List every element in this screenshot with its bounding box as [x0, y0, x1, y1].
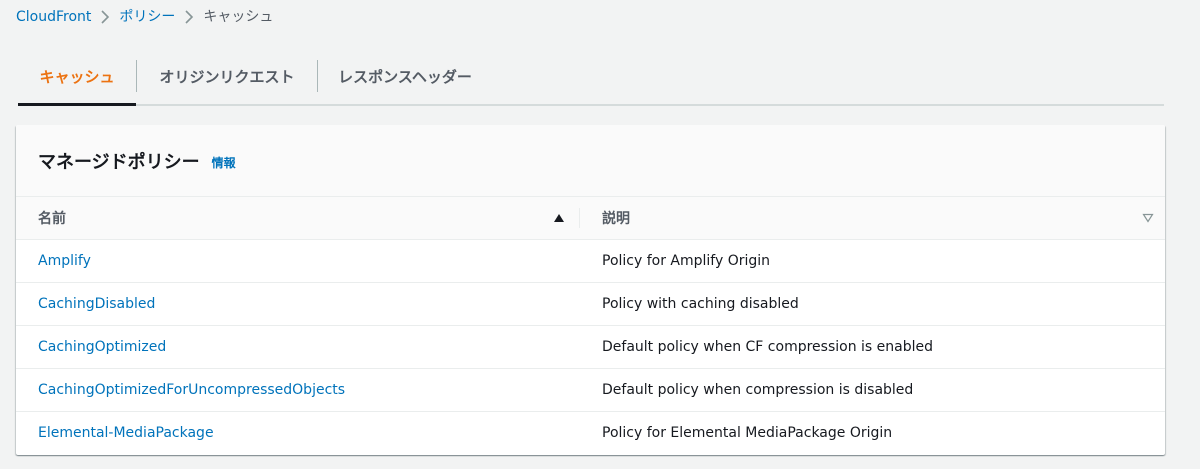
breadcrumb-cloudfront[interactable]: CloudFront — [16, 7, 91, 27]
tab-origin-request[interactable]: オリジンリクエスト — [137, 48, 317, 104]
chevron-right-icon — [100, 7, 110, 27]
table-row: Elemental-MediaPackage Policy for Elemen… — [16, 412, 1165, 455]
managed-policies-container: マネージドポリシー 情報 名前 説明 Amplify Policy for Am… — [16, 125, 1165, 455]
table-row: CachingOptimized Default policy when CF … — [16, 325, 1165, 369]
policy-link-caching-optimized[interactable]: CachingOptimized — [38, 339, 166, 355]
breadcrumb: CloudFront ポリシー キャッシュ — [16, 7, 273, 27]
chevron-right-icon — [184, 7, 194, 27]
column-header-description[interactable]: 説明 — [580, 197, 1165, 240]
policies-table: 名前 説明 Amplify Policy for Amplify Origin … — [16, 197, 1165, 455]
policy-description: Policy for Amplify Origin — [580, 239, 1165, 283]
breadcrumb-current-cache: キャッシュ — [203, 9, 274, 25]
policy-name-cell: Elemental-MediaPackage — [16, 412, 580, 455]
column-header-name-label: 名前 — [38, 211, 66, 227]
policy-name-cell: Amplify — [16, 239, 580, 283]
tab-response-headers[interactable]: レスポンスヘッダー — [318, 48, 492, 104]
policy-description: Policy for Elemental MediaPackage Origin — [602, 425, 893, 442]
table-row: CachingOptimizedForUncompressedObjects D… — [16, 368, 1165, 412]
sort-descending-icon[interactable] — [1141, 211, 1155, 225]
policy-name-cell: CachingOptimizedForUncompressedObjects — [16, 368, 580, 412]
policy-link-caching-optimized-uncompressed[interactable]: CachingOptimizedForUncompressedObjects — [38, 382, 345, 398]
info-link[interactable]: 情報 — [212, 154, 236, 171]
column-header-description-label: 説明 — [602, 211, 630, 227]
table-row: CachingDisabled Policy with caching disa… — [16, 282, 1165, 326]
policy-description: Default policy when compression is disab… — [580, 368, 1165, 412]
breadcrumb-policies[interactable]: ポリシー — [119, 7, 175, 27]
sort-ascending-icon[interactable] — [552, 211, 566, 225]
policy-link-caching-disabled[interactable]: CachingDisabled — [38, 296, 155, 312]
policy-tabs: キャッシュ オリジンリクエスト レスポンスヘッダー — [18, 48, 1164, 106]
column-header-name[interactable]: 名前 — [16, 197, 580, 240]
policy-link-elemental-mediapackage[interactable]: Elemental-MediaPackage — [38, 425, 214, 441]
tab-cache[interactable]: キャッシュ — [18, 48, 136, 106]
table-row: Amplify Policy for Amplify Origin — [16, 239, 1165, 283]
container-header: マネージドポリシー 情報 — [16, 125, 1165, 197]
page: CloudFront ポリシー キャッシュ キャッシュ オリジンリクエスト レス… — [0, 0, 1200, 469]
policy-description: Policy with caching disabled — [580, 282, 1165, 326]
container-title: マネージドポリシー — [38, 151, 200, 173]
policy-link-amplify[interactable]: Amplify — [38, 253, 91, 269]
policy-description: Default policy when CF compression is en… — [580, 325, 1165, 369]
policy-name-cell: CachingDisabled — [16, 282, 580, 326]
table-header-row: 名前 説明 — [16, 197, 1165, 240]
policy-name-cell: CachingOptimized — [16, 325, 580, 369]
